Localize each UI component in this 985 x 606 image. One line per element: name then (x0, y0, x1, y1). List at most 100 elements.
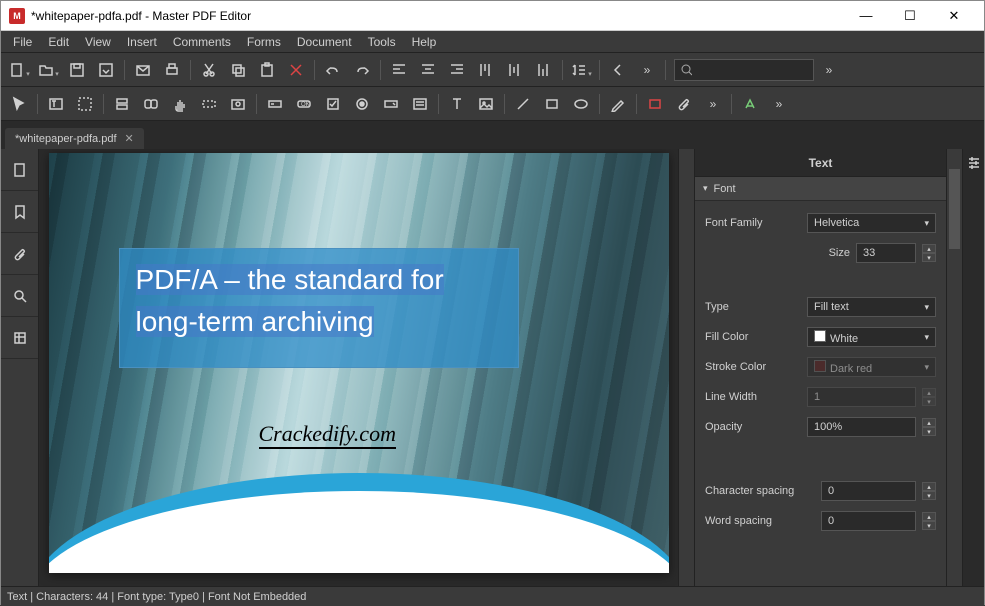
close-tab-icon[interactable]: ✕ (125, 132, 134, 145)
delete-button[interactable] (282, 57, 310, 83)
insert-text-tool[interactable] (443, 91, 471, 117)
close-button[interactable]: ✕ (932, 2, 976, 30)
align-middle-button[interactable] (501, 57, 529, 83)
menu-edit[interactable]: Edit (40, 33, 77, 51)
save-as-button[interactable] (92, 57, 120, 83)
font-size-spinner[interactable]: ▴▾ (922, 244, 936, 262)
toolbar2-expand-2-button[interactable]: » (765, 91, 793, 117)
window-title: *whitepaper-pdfa.pdf - Master PDF Editor (31, 9, 844, 23)
toolbar2-expand-button[interactable]: » (699, 91, 727, 117)
fill-color-select[interactable]: White▾ (807, 327, 936, 347)
bookmarks-panel-button[interactable] (1, 191, 38, 233)
panel-section-font[interactable]: ▾ Font (695, 177, 946, 201)
pages-panel-button[interactable] (1, 149, 38, 191)
word-spacing-spinner[interactable]: ▴▾ (922, 512, 936, 530)
link-tool[interactable] (137, 91, 165, 117)
menu-file[interactable]: File (5, 33, 40, 51)
menu-view[interactable]: View (77, 33, 119, 51)
toolbar1-expand-button[interactable]: » (815, 57, 843, 83)
form-button-tool[interactable]: OK (290, 91, 318, 117)
attachment-tool[interactable] (670, 91, 698, 117)
align-right-button[interactable] (443, 57, 471, 83)
status-bar: Text | Characters: 44 | Font type: Type0… (1, 586, 984, 606)
save-button[interactable] (63, 57, 91, 83)
align-top-button[interactable] (472, 57, 500, 83)
panel-scrollbar[interactable] (946, 149, 962, 586)
collapse-icon: ▾ (703, 183, 708, 194)
hand-tool[interactable] (166, 91, 194, 117)
form-listbox-tool[interactable] (406, 91, 434, 117)
print-button[interactable] (158, 57, 186, 83)
attachments-panel-button[interactable] (1, 233, 38, 275)
line-tool[interactable] (509, 91, 537, 117)
word-spacing-input[interactable]: 0 (821, 511, 916, 531)
redo-button[interactable] (348, 57, 376, 83)
type-label: Type (705, 301, 801, 313)
maximize-button[interactable]: ☐ (888, 2, 932, 30)
line-width-input: 1 (807, 387, 916, 407)
properties-panel: Text ▾ Font Font Family Helvetica▾ Size … (694, 149, 984, 586)
insert-image-tool[interactable] (472, 91, 500, 117)
menu-tools[interactable]: Tools (360, 33, 404, 51)
paste-button[interactable] (253, 57, 281, 83)
new-file-button[interactable] (5, 57, 33, 83)
search-panel-button[interactable] (1, 275, 38, 317)
font-size-input[interactable]: 33 (856, 243, 916, 263)
rectangle-tool[interactable] (538, 91, 566, 117)
font-family-label: Font Family (705, 217, 801, 229)
app-icon: M (9, 8, 25, 24)
align-left-button[interactable] (385, 57, 413, 83)
open-file-button[interactable] (34, 57, 62, 83)
snapshot-tool[interactable] (224, 91, 252, 117)
form-text-field-tool[interactable] (261, 91, 289, 117)
spacing-button[interactable] (567, 57, 595, 83)
char-spacing-spinner[interactable]: ▴▾ (922, 482, 936, 500)
char-spacing-input[interactable]: 0 (821, 481, 916, 501)
copy-button[interactable] (224, 57, 252, 83)
pencil-tool[interactable] (604, 91, 632, 117)
canvas-scrollbar[interactable] (678, 149, 694, 586)
document-tab[interactable]: *whitepaper-pdfa.pdf ✕ (5, 128, 144, 149)
menu-comments[interactable]: Comments (165, 33, 239, 51)
menu-document[interactable]: Document (289, 33, 360, 51)
edit-text-tool[interactable] (42, 91, 70, 117)
panel-settings-handle[interactable] (962, 149, 984, 586)
document-canvas[interactable]: PDF/A – the standard for long-term archi… (39, 149, 678, 586)
comment-rect-tool[interactable] (641, 91, 669, 117)
search-input[interactable] (692, 64, 807, 76)
select-tool[interactable] (5, 91, 33, 117)
form-radio-tool[interactable] (348, 91, 376, 117)
align-center-button[interactable] (414, 57, 442, 83)
search-box[interactable] (674, 59, 814, 81)
undo-button[interactable] (319, 57, 347, 83)
selected-text-box[interactable]: PDF/A – the standard for long-term archi… (119, 248, 519, 368)
page[interactable]: PDF/A – the standard for long-term archi… (49, 153, 669, 573)
form-dropdown-tool[interactable] (377, 91, 405, 117)
panel-title: Text (695, 149, 946, 177)
ellipse-tool[interactable] (567, 91, 595, 117)
layers-panel-button[interactable] (1, 317, 38, 359)
minimize-button[interactable]: — (844, 2, 888, 30)
menu-insert[interactable]: Insert (119, 33, 165, 51)
menu-help[interactable]: Help (404, 33, 445, 51)
cut-button[interactable] (195, 57, 223, 83)
email-button[interactable] (129, 57, 157, 83)
align-bottom-button[interactable] (530, 57, 558, 83)
type-select[interactable]: Fill text▾ (807, 297, 936, 317)
font-size-label: Size (754, 247, 850, 259)
edit-form-tool[interactable] (108, 91, 136, 117)
document-tab-label: *whitepaper-pdfa.pdf (15, 133, 117, 145)
page-expand-button[interactable]: » (633, 57, 661, 83)
stroke-color-label: Stroke Color (705, 361, 801, 373)
edit-object-tool[interactable] (71, 91, 99, 117)
prev-page-button[interactable] (604, 57, 632, 83)
opacity-spinner[interactable]: ▴▾ (922, 418, 936, 436)
title-bar: M *whitepaper-pdfa.pdf - Master PDF Edit… (1, 1, 984, 31)
form-checkbox-tool[interactable] (319, 91, 347, 117)
page-heading-text[interactable]: PDF/A – the standard for long-term archi… (136, 259, 502, 343)
select-text-tool[interactable] (195, 91, 223, 117)
opacity-input[interactable]: 100% (807, 417, 916, 437)
font-family-select[interactable]: Helvetica▾ (807, 213, 936, 233)
highlight-tool[interactable] (736, 91, 764, 117)
menu-forms[interactable]: Forms (239, 33, 289, 51)
